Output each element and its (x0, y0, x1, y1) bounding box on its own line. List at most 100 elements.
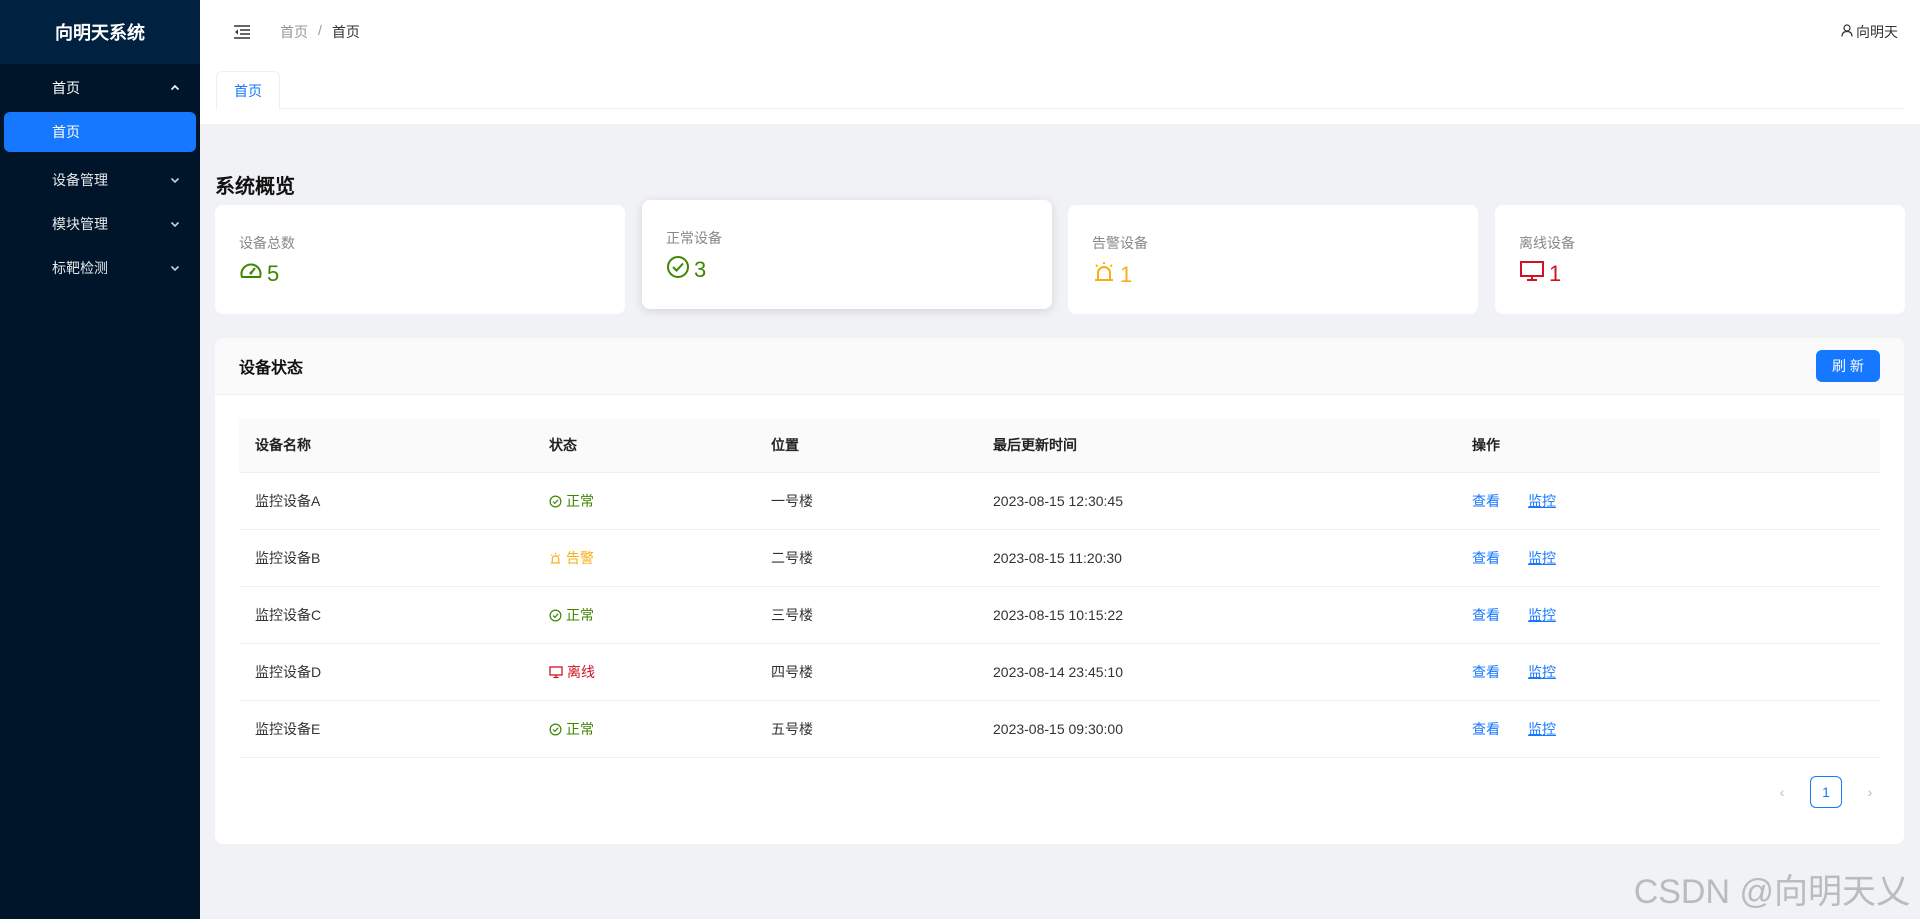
breadcrumb-item-home[interactable]: 首页 (280, 22, 308, 42)
submenu-home[interactable]: 首页 (4, 112, 196, 152)
cell-updated: 2023-08-15 12:30:45 (977, 472, 1456, 530)
status-badge: 离线 (549, 662, 595, 682)
monitor-link[interactable]: 监控 (1528, 550, 1556, 566)
cell-status: 告警 (533, 529, 755, 587)
breadcrumb-item-current: 首页 (331, 24, 360, 40)
menu-module-management-label: 模块管理 (52, 216, 108, 232)
cell-actions: 查看 监控 (1456, 472, 1880, 530)
alert-icon (549, 552, 562, 565)
monitor-link[interactable]: 监控 (1528, 721, 1556, 737)
cell-device-name: 监控设备E (239, 700, 533, 758)
cell-device-name: 监控设备C (239, 586, 533, 644)
column-header-updated: 最后更新时间 (977, 418, 1456, 473)
status-text: 离线 (567, 664, 595, 680)
menu-module-management[interactable]: 模块管理 (0, 204, 200, 244)
desktop-icon (1519, 260, 1545, 288)
check-circle-icon (549, 495, 562, 508)
breadcrumb-separator: / (318, 22, 322, 38)
stat-value-normal: 3 (666, 255, 706, 285)
top-header: 首页 / 首页 向明天 (200, 0, 1920, 65)
monitor-link[interactable]: 监控 (1528, 664, 1556, 680)
next-page-icon[interactable]: › (1860, 784, 1880, 800)
desktop-icon (549, 665, 563, 679)
watermark: CSDN @向明天乂 (1633, 873, 1910, 911)
cell-updated: 2023-08-15 09:30:00 (977, 700, 1456, 758)
cell-actions: 查看 监控 (1456, 586, 1880, 644)
page-number[interactable]: 1 (1810, 776, 1842, 808)
column-header-location: 位置 (755, 418, 977, 473)
cell-status: 正常 (533, 472, 755, 530)
table-row: 监控设备B 告警 二号楼 2023-08-15 11:20:30 查看 监控 (239, 529, 1880, 587)
menu-device-management[interactable]: 设备管理 (0, 156, 200, 204)
chevron-down-icon (170, 219, 180, 229)
chevron-down-icon (170, 175, 180, 185)
breadcrumb: 首页 / 首页 (280, 22, 360, 42)
menu-fold-icon[interactable] (230, 20, 254, 44)
device-status-title: 设备状态 (239, 360, 304, 377)
status-text: 正常 (566, 493, 594, 509)
sidebar: 向明天系统 首页 首页 设备管理 模块管理 标靶检测 (0, 0, 200, 919)
cell-location: 一号楼 (755, 472, 977, 530)
stat-value-warning: 1 (1092, 260, 1132, 290)
stat-card-warning: 告警设备 1 (1068, 205, 1478, 314)
device-status-card: 设备状态 刷 新 设备名称 状态 位置 最后更新时间 操作 监控设备A 正常 一号楼… (215, 338, 1904, 844)
cell-location: 四号楼 (755, 643, 977, 701)
view-link[interactable]: 查看 (1472, 550, 1500, 566)
status-text: 正常 (566, 721, 594, 737)
tabs-bar: 首页 (200, 64, 1920, 124)
monitor-link[interactable]: 监控 (1528, 607, 1556, 623)
cell-location: 二号楼 (755, 529, 977, 587)
cell-actions: 查看 监控 (1456, 643, 1880, 701)
cell-updated: 2023-08-15 11:20:30 (977, 529, 1456, 587)
column-header-name: 设备名称 (239, 418, 533, 473)
prev-page-icon[interactable]: ‹ (1772, 784, 1792, 800)
stat-number-normal: 3 (694, 257, 707, 282)
menu-target-detection-label: 标靶检测 (52, 260, 108, 276)
stat-number-offline: 1 (1549, 261, 1562, 286)
device-table: 设备名称 状态 位置 最后更新时间 操作 监控设备A 正常 一号楼 2023-08-1… (239, 418, 1880, 758)
cell-device-name: 监控设备D (239, 643, 533, 701)
pagination: ‹ 1 › (1772, 776, 1880, 808)
status-text: 告警 (566, 550, 594, 566)
cell-status: 正常 (533, 586, 755, 644)
submenu-home-label: 首页 (52, 124, 80, 140)
check-circle-icon (666, 255, 690, 285)
menu-home-label: 首页 (52, 80, 80, 96)
cell-actions: 查看 监控 (1456, 529, 1880, 587)
status-badge: 告警 (549, 548, 594, 568)
user-icon (1841, 24, 1853, 40)
table-row: 监控设备D 离线 四号楼 2023-08-14 23:45:10 查看 监控 (239, 643, 1880, 701)
status-badge: 正常 (549, 719, 594, 739)
view-link[interactable]: 查看 (1472, 721, 1500, 737)
dashboard-icon (239, 260, 263, 288)
monitor-link[interactable]: 监控 (1528, 493, 1556, 509)
check-circle-icon (549, 723, 562, 736)
view-link[interactable]: 查看 (1472, 664, 1500, 680)
chevron-up-icon (170, 83, 180, 93)
alert-icon (1092, 260, 1116, 290)
refresh-button[interactable]: 刷 新 (1816, 350, 1880, 382)
menu-home[interactable]: 首页 (0, 64, 200, 112)
user-menu[interactable]: 向明天 (1841, 22, 1898, 42)
stat-card-total: 设备总数 5 (215, 205, 625, 314)
stat-card-offline: 离线设备 1 (1495, 205, 1905, 314)
column-header-status: 状态 (533, 418, 755, 473)
view-link[interactable]: 查看 (1472, 607, 1500, 623)
table-row: 监控设备C 正常 三号楼 2023-08-15 10:15:22 查看 监控 (239, 586, 1880, 644)
status-badge: 正常 (549, 605, 594, 625)
view-link[interactable]: 查看 (1472, 493, 1500, 509)
stat-card-normal: 正常设备 3 (642, 200, 1052, 309)
user-name: 向明天 (1856, 24, 1898, 40)
cell-actions: 查看 监控 (1456, 700, 1880, 758)
menu-target-detection[interactable]: 标靶检测 (0, 244, 200, 292)
column-header-actions: 操作 (1456, 418, 1880, 473)
chevron-down-icon (170, 263, 180, 273)
status-text: 正常 (566, 607, 594, 623)
table-header-row: 设备名称 状态 位置 最后更新时间 操作 (239, 418, 1880, 473)
tab-home[interactable]: 首页 (216, 71, 280, 110)
stat-label-warning: 告警设备 (1092, 235, 1148, 251)
app-logo-title: 向明天系统 (0, 0, 200, 64)
device-status-header: 设备状态 刷 新 (215, 338, 1904, 395)
stat-label-total: 设备总数 (239, 235, 295, 251)
stat-value-total: 5 (239, 260, 279, 288)
